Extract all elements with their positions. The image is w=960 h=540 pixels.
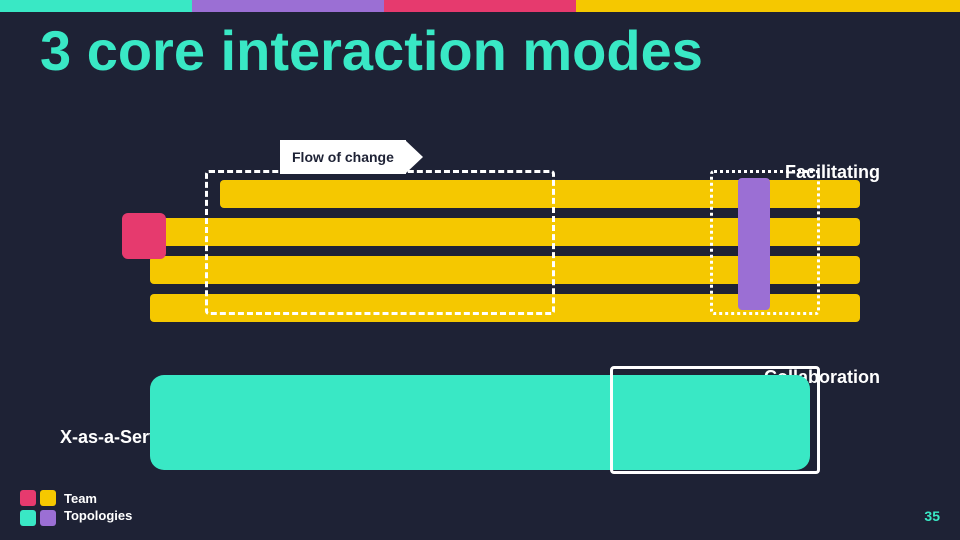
- collaboration-rect: [610, 366, 820, 474]
- logo-text: Team Topologies: [64, 491, 132, 525]
- bar-yellow: [576, 0, 768, 12]
- diagram-container: Flow of change Facilitating Collaboratio…: [60, 140, 900, 480]
- flow-label: Flow of change: [280, 140, 406, 174]
- bar-purple: [192, 0, 384, 12]
- logo-icon: [20, 490, 56, 526]
- team-topologies-logo: Team Topologies: [20, 490, 132, 526]
- page-title: 3 core interaction modes: [40, 20, 920, 82]
- flow-arrow: Flow of change: [280, 140, 406, 174]
- page-number: 35: [924, 508, 940, 524]
- red-square: [122, 213, 166, 259]
- dashed-rect-xaas: [205, 170, 555, 315]
- bar-yellow2: [768, 0, 960, 12]
- bar-pink: [384, 0, 576, 12]
- bar-teal: [0, 0, 192, 12]
- top-color-bar: [0, 0, 960, 12]
- purple-facilitating-bar: [738, 178, 770, 310]
